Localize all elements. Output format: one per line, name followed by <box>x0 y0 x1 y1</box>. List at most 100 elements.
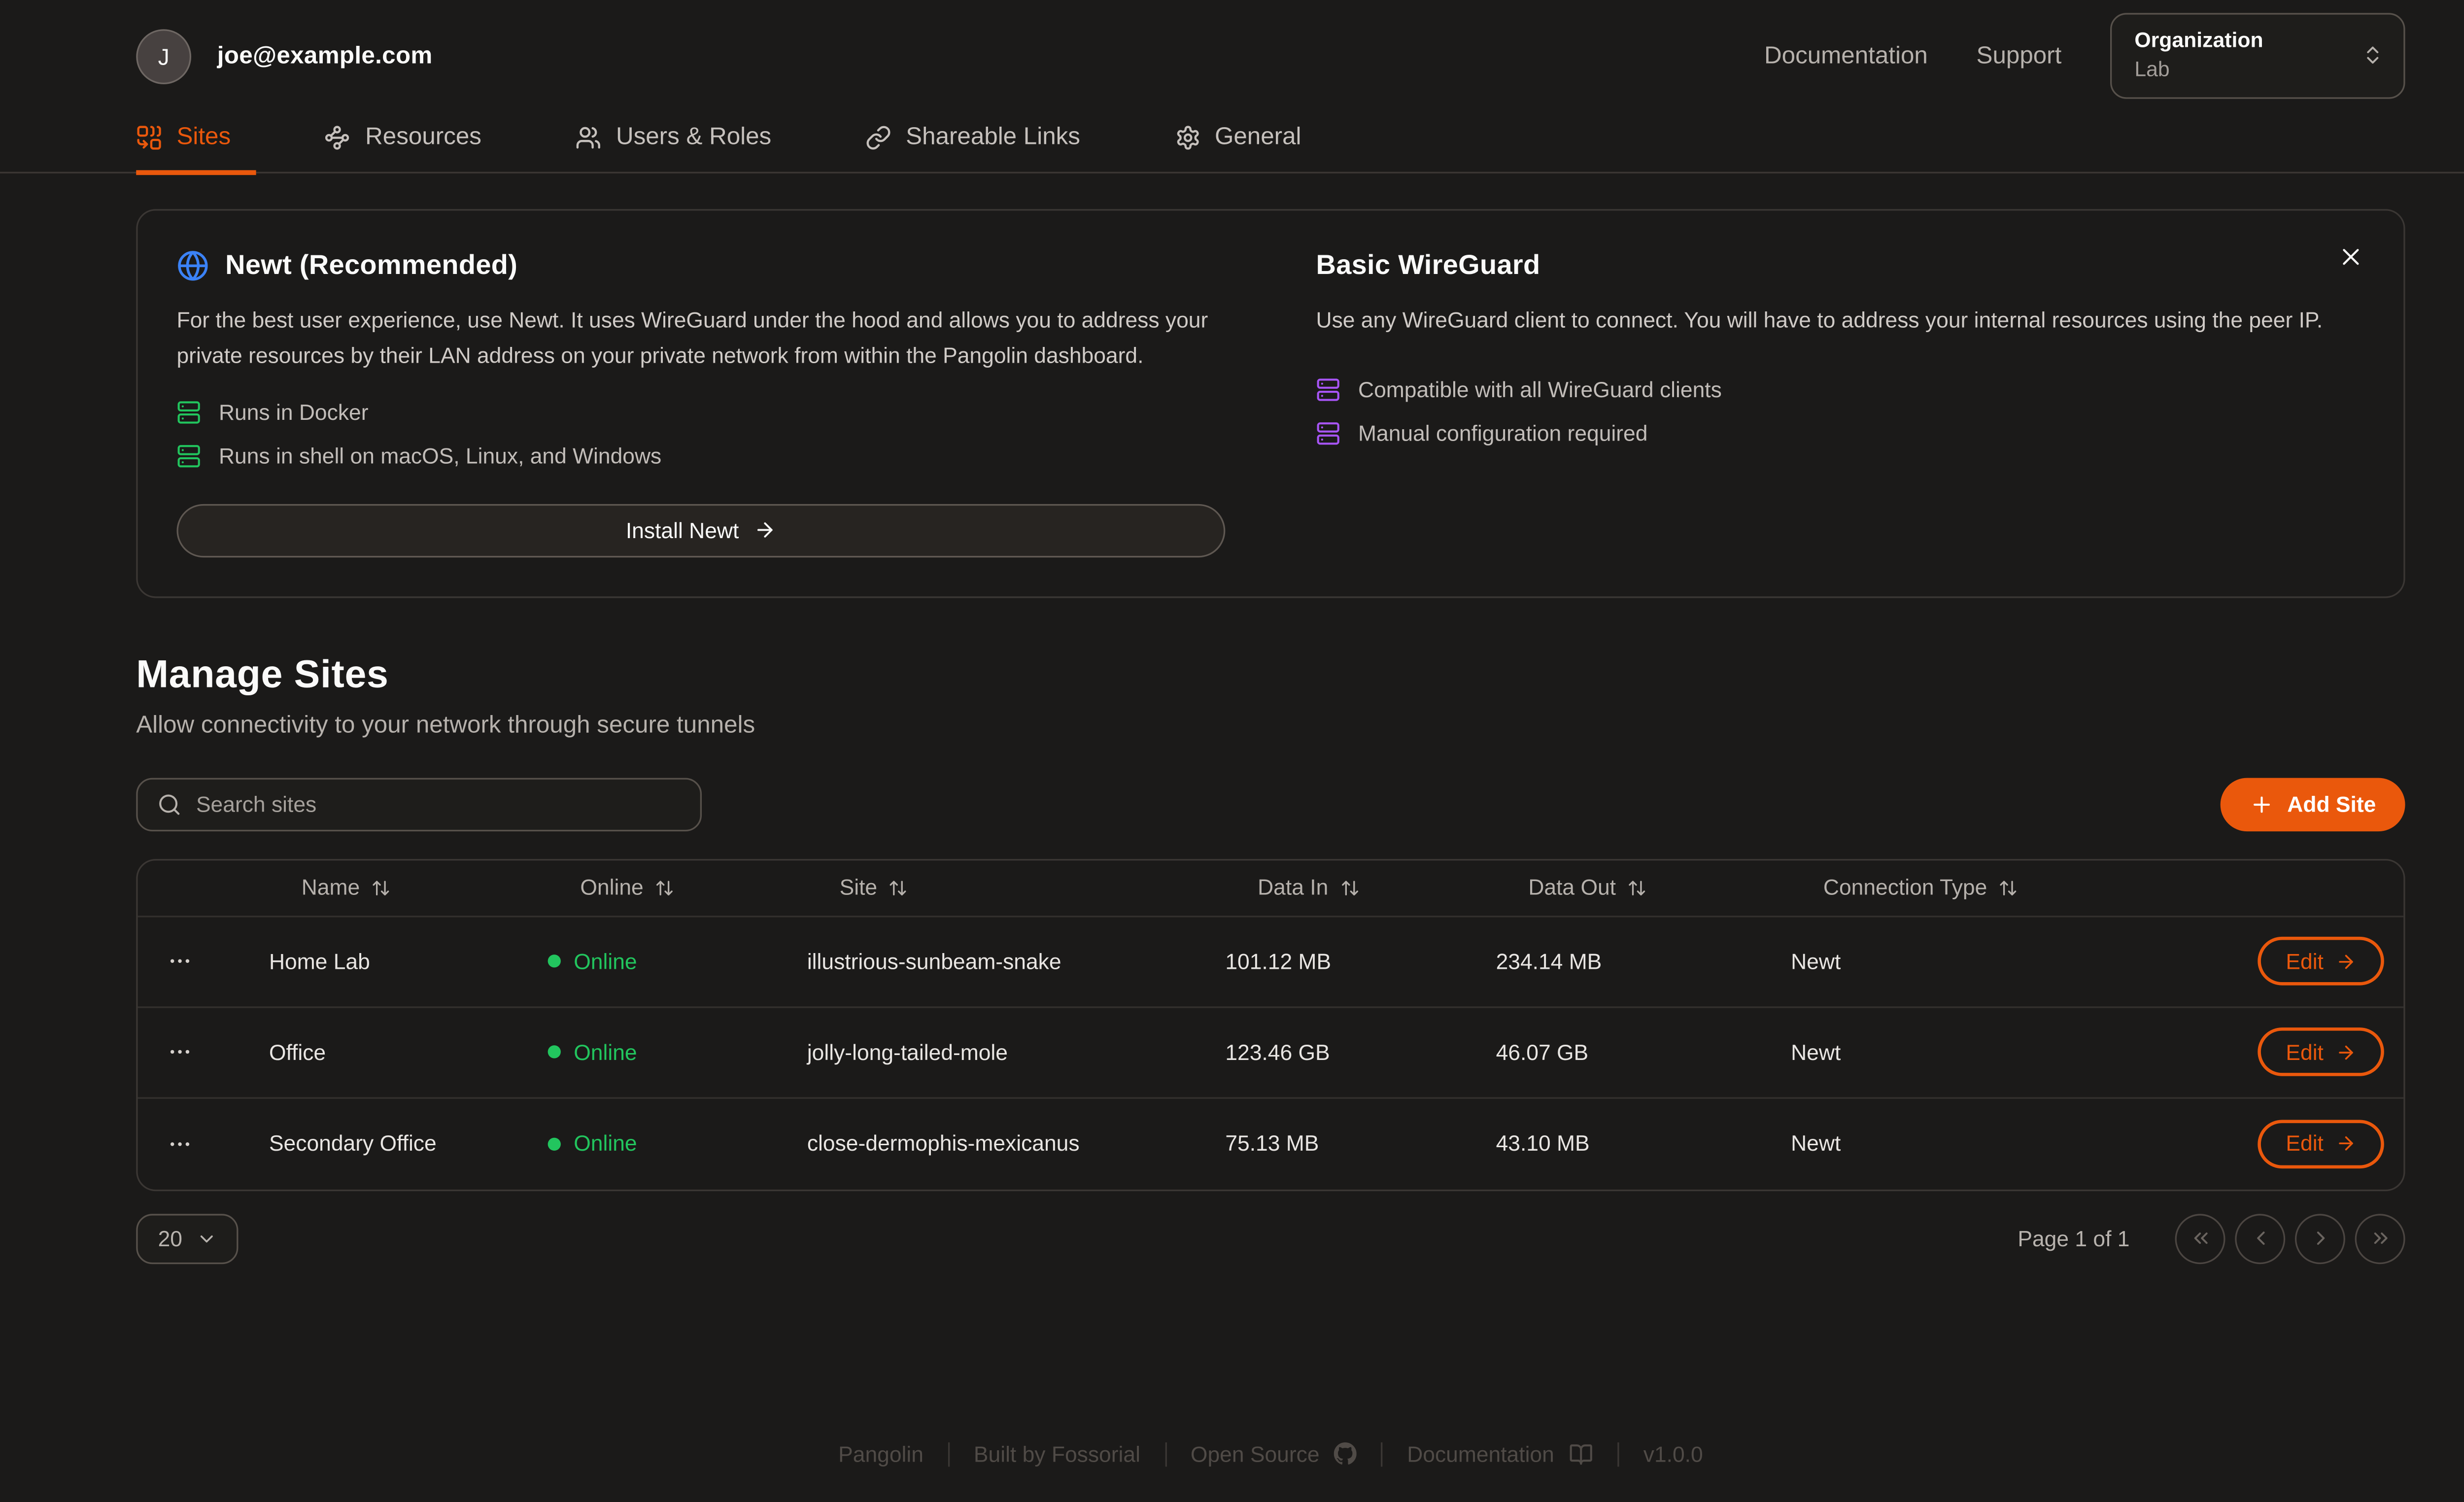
row-menu-button[interactable] <box>138 949 269 975</box>
site-slug: illustrious-sunbeam-snake <box>807 949 1226 973</box>
data-in: 123.46 GB <box>1225 1040 1496 1064</box>
users-icon <box>576 124 602 150</box>
chevron-right-icon <box>2309 1227 2331 1250</box>
add-site-button[interactable]: Add Site <box>2221 778 2405 831</box>
pangolin-dashboard: J joe@example.com Documentation Support … <box>0 0 2464 1502</box>
next-page-button[interactable] <box>2295 1213 2345 1263</box>
last-page-button[interactable] <box>2355 1213 2405 1263</box>
tab-label: Users & Roles <box>616 123 771 151</box>
ellipsis-icon <box>167 1039 193 1065</box>
online-dot-icon <box>548 955 561 968</box>
edit-button[interactable]: Edit <box>2258 937 2384 986</box>
top-bar: J joe@example.com Documentation Support … <box>0 0 2464 91</box>
column-header-online[interactable]: Online <box>548 876 807 900</box>
row-menu-button[interactable] <box>138 1039 269 1065</box>
chevrons-right-icon <box>2369 1227 2392 1250</box>
wireguard-description: Use any WireGuard client to connect. You… <box>1316 303 2365 339</box>
footer-documentation-link[interactable]: Documentation <box>1407 1442 1593 1466</box>
page-subtitle: Allow connectivity to your network throu… <box>136 711 2405 739</box>
column-header-data-out[interactable]: Data Out <box>1496 876 1791 900</box>
data-out: 43.10 MB <box>1496 1131 1791 1156</box>
newt-title: Newt (Recommended) <box>225 249 517 282</box>
newt-feature: Runs in shell on macOS, Linux, and Windo… <box>176 444 1225 468</box>
row-menu-button[interactable] <box>138 1131 269 1157</box>
sort-icon <box>1339 878 1359 897</box>
status-badge: Online <box>548 949 807 973</box>
tab-sites[interactable]: Sites <box>136 123 257 172</box>
footer-divider <box>948 1442 949 1466</box>
gear-icon <box>1174 124 1200 150</box>
column-header-data-in[interactable]: Data In <box>1225 876 1496 900</box>
tab-label: Shareable Links <box>906 123 1080 151</box>
table-row: Secondary Office Online close-dermophis-… <box>138 1098 2404 1189</box>
sites-table: Name Online Site Data In Data Out <box>136 858 2405 1191</box>
footer-built-by: Built by Fossorial <box>974 1442 1140 1466</box>
sort-icon <box>1627 878 1646 897</box>
footer: Pangolin Built by Fossorial Open Source … <box>136 1442 2405 1466</box>
server-icon <box>176 400 201 424</box>
arrow-right-icon <box>2335 1133 2356 1155</box>
previous-page-button[interactable] <box>2235 1213 2285 1263</box>
tab-label: Sites <box>176 123 231 151</box>
status-badge: Online <box>548 1131 807 1156</box>
nav-support-link[interactable]: Support <box>1977 42 2062 70</box>
close-icon[interactable] <box>2330 237 2371 277</box>
newt-feature: Runs in Docker <box>176 400 1225 424</box>
nav-documentation-link[interactable]: Documentation <box>1764 42 1928 70</box>
github-icon <box>1334 1443 1357 1466</box>
install-newt-label: Install Newt <box>626 518 739 542</box>
data-out: 234.14 MB <box>1496 949 1791 973</box>
online-dot-icon <box>548 1137 561 1150</box>
connection-type: Newt <box>1791 949 2163 973</box>
avatar[interactable]: J <box>136 29 191 84</box>
connection-type: Newt <box>1791 1131 2163 1156</box>
edit-button[interactable]: Edit <box>2258 1028 2384 1077</box>
online-dot-icon <box>548 1046 561 1058</box>
feature-text: Compatible with all WireGuard clients <box>1358 377 1722 402</box>
user-email: joe@example.com <box>217 42 433 70</box>
tab-resources[interactable]: Resources <box>299 123 507 172</box>
feature-text: Manual configuration required <box>1358 421 1647 445</box>
tab-general[interactable]: General <box>1148 123 1327 172</box>
pagination-bar: 20 Page 1 of 1 <box>136 1213 2405 1263</box>
wireguard-feature: Manual configuration required <box>1316 421 2365 445</box>
table-row: Office Online jolly-long-tailed-mole 123… <box>138 1008 2404 1098</box>
tab-shareable-links[interactable]: Shareable Links <box>839 123 1106 172</box>
add-site-label: Add Site <box>2287 792 2376 816</box>
column-header-site[interactable]: Site <box>807 876 1226 900</box>
page-info: Page 1 of 1 <box>2018 1227 2129 1251</box>
table-row: Home Lab Online illustrious-sunbeam-snak… <box>138 917 2404 1008</box>
search-icon <box>157 792 181 816</box>
data-in: 75.13 MB <box>1225 1131 1496 1156</box>
search-container <box>136 778 702 831</box>
connection-type: Newt <box>1791 1040 2163 1064</box>
newt-description: For the best user experience, use Newt. … <box>176 303 1225 374</box>
page-size-selector[interactable]: 20 <box>136 1213 238 1263</box>
site-slug: jolly-long-tailed-mole <box>807 1040 1226 1064</box>
first-page-button[interactable] <box>2175 1213 2225 1263</box>
arrow-right-icon <box>753 519 776 542</box>
column-header-name[interactable]: Name <box>269 876 548 900</box>
book-open-icon <box>1569 1442 1593 1466</box>
column-header-connection-type[interactable]: Connection Type <box>1791 876 2163 900</box>
ellipsis-icon <box>167 1131 193 1157</box>
arrow-right-icon <box>2335 1042 2356 1063</box>
install-newt-button[interactable]: Install Newt <box>176 504 1225 557</box>
wireguard-section: Basic WireGuard Use any WireGuard client… <box>1316 249 2365 557</box>
footer-open-source-link[interactable]: Open Source <box>1191 1442 1357 1466</box>
avatar-initial: J <box>158 43 170 69</box>
tab-bar: Sites Resources Users & Roles Shareable … <box>0 123 2464 173</box>
tab-users-roles[interactable]: Users & Roles <box>549 123 797 172</box>
sort-icon <box>1998 878 2018 897</box>
data-in: 101.12 MB <box>1225 949 1496 973</box>
site-slug: close-dermophis-mexicanus <box>807 1131 1226 1156</box>
edit-button[interactable]: Edit <box>2258 1120 2384 1168</box>
data-out: 46.07 GB <box>1496 1040 1791 1064</box>
footer-divider <box>1617 1442 1619 1466</box>
search-input[interactable] <box>196 792 681 816</box>
waypoints-icon <box>325 124 351 150</box>
tab-label: Resources <box>365 123 481 151</box>
globe-icon <box>176 249 209 282</box>
organization-selector[interactable]: Organization Lab <box>2110 14 2405 98</box>
sort-icon <box>655 878 674 897</box>
